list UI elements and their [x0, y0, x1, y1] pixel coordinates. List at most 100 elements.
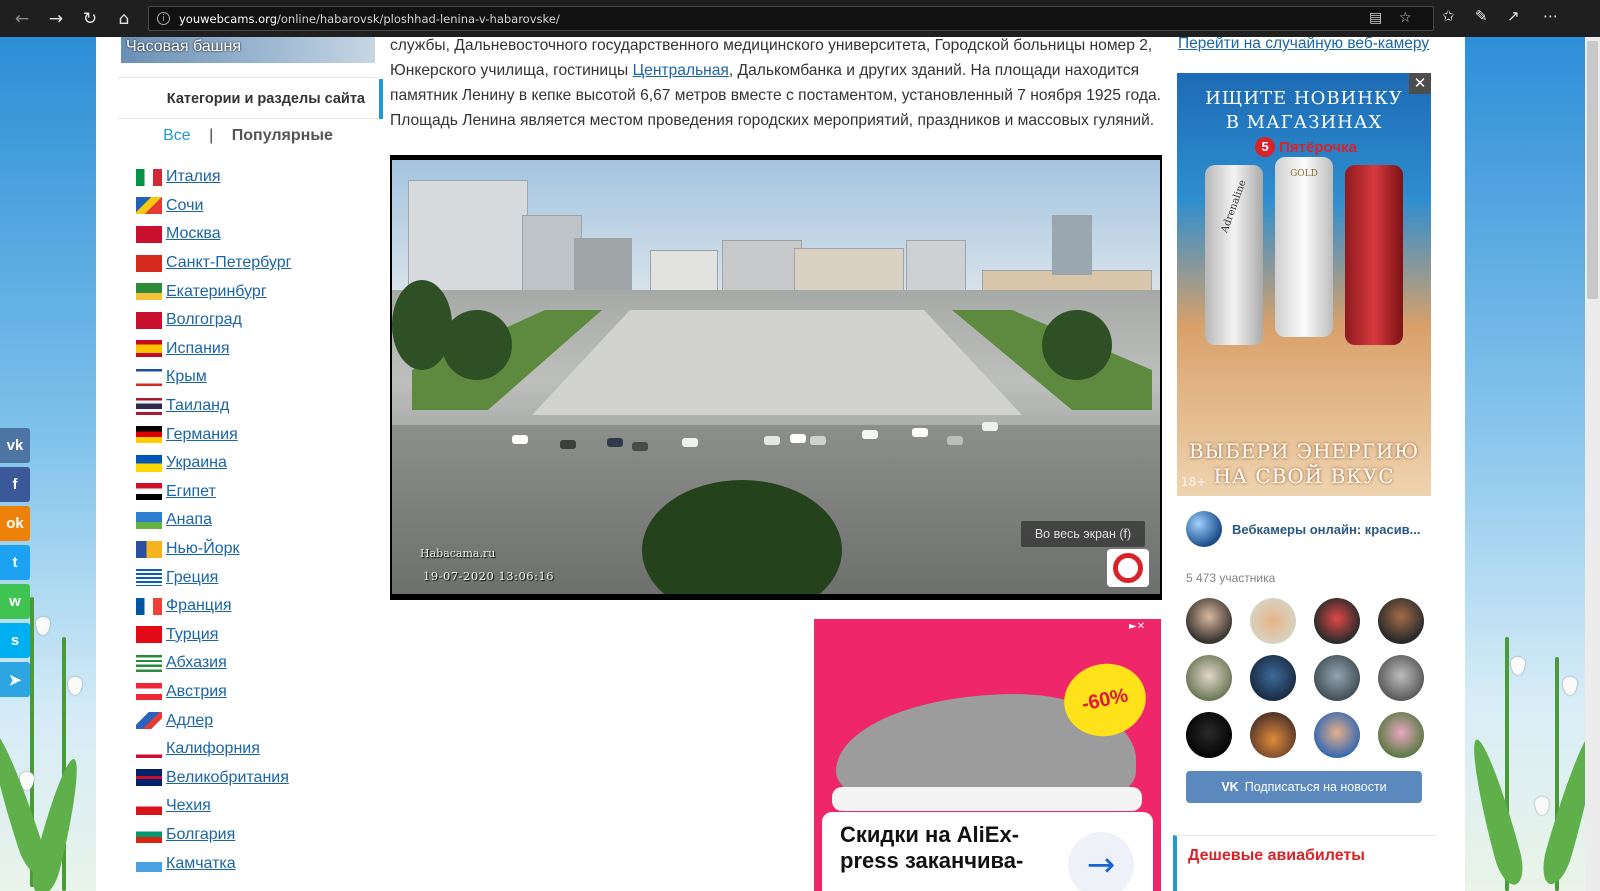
home-icon[interactable]: ⌂ [112, 7, 136, 31]
site-info-icon[interactable]: i [157, 12, 170, 25]
category-item[interactable]: Сочи [136, 192, 291, 221]
avatar[interactable] [1186, 712, 1232, 758]
category-link-kamchatka[interactable]: Камчатка [166, 855, 236, 873]
category-link-bulgaria[interactable]: Болгария [166, 826, 235, 844]
thumbnail-title[interactable]: Часовая башня [126, 38, 241, 56]
category-item[interactable]: Чехия [136, 792, 291, 821]
category-link-adler[interactable]: Адлер [166, 712, 213, 730]
favorites-list-icon[interactable]: ✩ [1442, 7, 1455, 25]
vk-share-icon[interactable]: vk [0, 428, 30, 463]
avatar[interactable] [1314, 712, 1360, 758]
avatar[interactable] [1186, 598, 1232, 644]
avatar[interactable] [1250, 598, 1296, 644]
more-menu-icon[interactable]: ⋯ [1543, 7, 1558, 25]
random-webcam-link[interactable]: Перейти на случайную веб-камеру [1178, 37, 1429, 53]
category-link-egypt[interactable]: Египет [166, 483, 216, 501]
odnoklassniki-share-icon[interactable]: ok [0, 506, 30, 541]
category-link-crimea[interactable]: Крым [166, 368, 207, 386]
address-url[interactable]: youwebcams.org/online/habarovsk/ploshhad… [179, 12, 560, 26]
category-item[interactable]: Греция [136, 563, 291, 592]
category-link-volgograd[interactable]: Волгоград [166, 311, 242, 329]
category-link-thailand[interactable]: Таиланд [166, 397, 229, 415]
category-item[interactable]: Болгария [136, 821, 291, 850]
group-avatar[interactable] [1186, 511, 1222, 547]
pyaterochka-ad[interactable]: ✕ ИЩИТЕ НОВИНКУ В МАГАЗИНАХ 5 Пятёрочка A… [1177, 73, 1431, 496]
category-item[interactable]: Египет [136, 478, 291, 507]
category-link-austria[interactable]: Австрия [166, 683, 227, 701]
avatar[interactable] [1378, 712, 1424, 758]
category-item[interactable]: Калифорния [136, 735, 291, 764]
category-item[interactable]: Италия [136, 163, 291, 192]
category-link-czech[interactable]: Чехия [166, 797, 211, 815]
category-link-italy[interactable]: Италия [166, 168, 220, 186]
category-item[interactable]: Австрия [136, 678, 291, 707]
vk-group-header[interactable]: Вебкамеры онлайн: красив... [1186, 511, 1421, 547]
category-link-moscow[interactable]: Москва [166, 225, 221, 243]
avatar[interactable] [1250, 655, 1296, 701]
play-logo-icon[interactable] [1107, 549, 1149, 587]
avatar[interactable] [1314, 598, 1360, 644]
category-link-ukraine[interactable]: Украина [166, 454, 227, 472]
arrow-right-icon[interactable]: → [1068, 832, 1134, 891]
avatar[interactable] [1186, 655, 1232, 701]
whatsapp-share-icon[interactable]: w [0, 584, 30, 619]
subscribe-button[interactable]: VK Подписаться на новости [1186, 771, 1422, 803]
avatar[interactable] [1314, 655, 1360, 701]
category-item[interactable]: Москва [136, 220, 291, 249]
scrollbar-thumb[interactable] [1587, 41, 1598, 299]
category-link-anapa[interactable]: Анапа [166, 511, 212, 529]
pen-notes-icon[interactable]: ✎ [1475, 7, 1488, 25]
category-link-california[interactable]: Калифорния [166, 740, 260, 758]
avatar[interactable] [1250, 712, 1296, 758]
category-item[interactable]: Екатеринбург [136, 277, 291, 306]
category-link-spain[interactable]: Испания [166, 340, 230, 358]
category-link-germany[interactable]: Германия [166, 426, 238, 444]
category-link-abkhazia[interactable]: Абхазия [166, 654, 227, 672]
webcam-player[interactable]: Во весь экран (f) Habacama.ru 19-07-2020… [390, 155, 1162, 600]
reload-icon[interactable]: ↻ [78, 7, 102, 31]
category-link-spb[interactable]: Санкт-Петербург [166, 254, 291, 272]
category-link-france[interactable]: Франция [166, 597, 232, 615]
category-link-newyork[interactable]: Нью-Йорк [166, 540, 240, 558]
share-icon[interactable]: ↗ [1507, 7, 1520, 25]
clock-tower-thumbnail[interactable]: Часовая башня [121, 37, 375, 63]
category-item[interactable]: Германия [136, 420, 291, 449]
avatar[interactable] [1378, 598, 1424, 644]
category-link-ekb[interactable]: Екатеринбург [166, 283, 267, 301]
fullscreen-button[interactable]: Во весь экран (f) [1021, 521, 1145, 547]
ad-close-icon[interactable]: ►✕ [1129, 621, 1159, 635]
group-name[interactable]: Вебкамеры онлайн: красив... [1232, 522, 1421, 537]
category-item[interactable]: Абхазия [136, 649, 291, 678]
category-item[interactable]: Украина [136, 449, 291, 478]
cheap-flights-title[interactable]: Дешевые авиабилеты [1188, 847, 1365, 865]
category-item[interactable]: Турция [136, 621, 291, 650]
back-arrow-icon[interactable]: ← [10, 7, 34, 31]
address-bar[interactable]: i youwebcams.org/online/habarovsk/ploshh… [148, 6, 1434, 31]
category-link-greece[interactable]: Греция [166, 569, 218, 587]
hotel-central-link[interactable]: Центральная [633, 62, 729, 79]
category-link-uk[interactable]: Великобритания [166, 769, 289, 787]
tab-all[interactable]: Все [163, 127, 191, 144]
category-item[interactable]: Великобритания [136, 763, 291, 792]
ad-card[interactable]: Скидки на AliEx- press заканчива- → [822, 812, 1153, 891]
category-item[interactable]: Камчатка [136, 849, 291, 878]
category-item[interactable]: Испания [136, 335, 291, 364]
facebook-share-icon[interactable]: f [0, 467, 30, 502]
category-item[interactable]: Крым [136, 363, 291, 392]
category-link-sochi[interactable]: Сочи [166, 197, 203, 215]
category-item[interactable]: Таиланд [136, 392, 291, 421]
avatar[interactable] [1378, 655, 1424, 701]
forward-arrow-icon[interactable]: → [44, 7, 68, 31]
category-link-turkey[interactable]: Турция [166, 626, 218, 644]
page-scrollbar[interactable] [1585, 37, 1600, 891]
category-item[interactable]: Волгоград [136, 306, 291, 335]
category-item[interactable]: Нью-Йорк [136, 535, 291, 564]
twitter-share-icon[interactable]: t [0, 545, 30, 580]
reading-view-icon[interactable]: ▤ [1369, 10, 1382, 26]
aliexpress-ad[interactable]: ►✕ -60% Скидки на AliEx- press заканчива… [814, 619, 1161, 891]
tab-popular[interactable]: Популярные [232, 127, 333, 144]
telegram-share-icon[interactable]: ➤ [0, 662, 30, 697]
skype-share-icon[interactable]: s [0, 623, 30, 658]
category-item[interactable]: Франция [136, 592, 291, 621]
category-item[interactable]: Анапа [136, 506, 291, 535]
